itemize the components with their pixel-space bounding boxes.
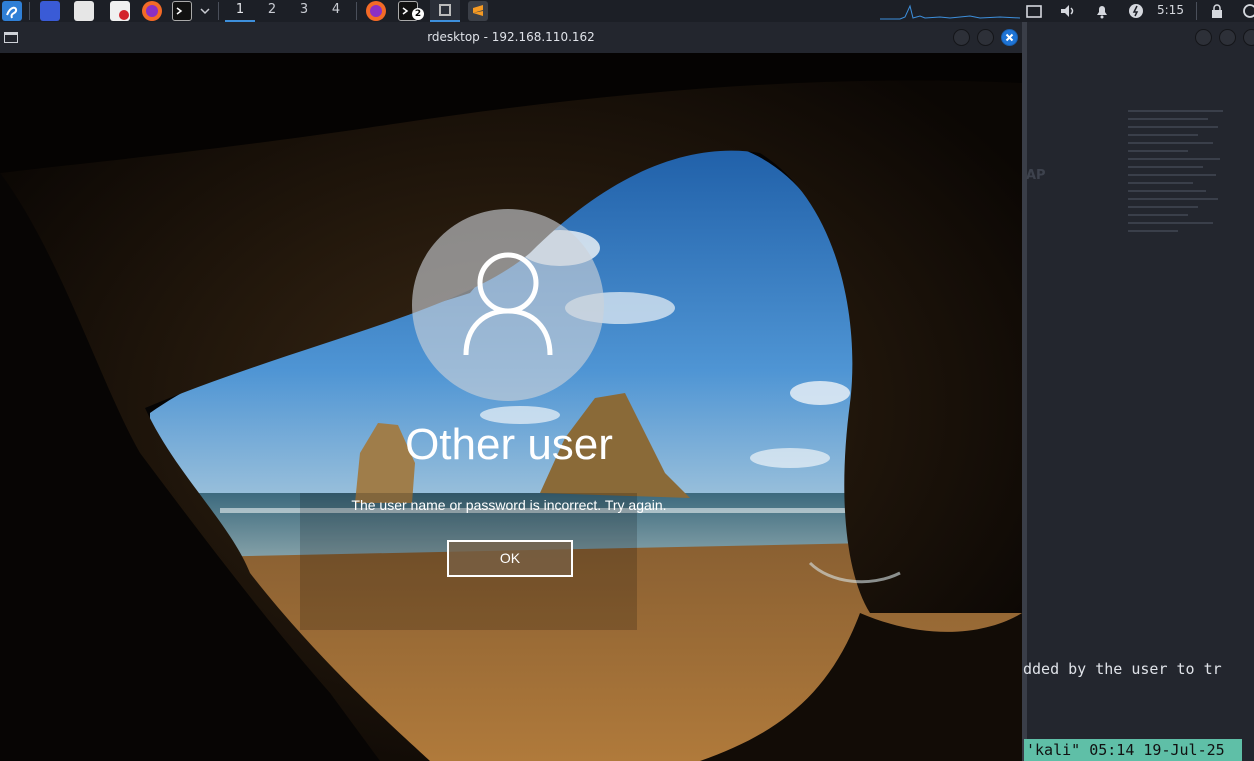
lock-icon[interactable] [1207,1,1227,21]
minimize-button[interactable] [953,29,970,46]
workspace-4[interactable]: 4 [321,0,351,22]
terminal-maximize-button[interactable] [1219,29,1236,46]
workspace-2[interactable]: 2 [257,0,287,22]
taskbar-separator [356,2,357,20]
lock-screen: Other user The user name or password is … [0,53,1022,761]
blurred-text-block [1128,110,1228,238]
close-icon [1005,33,1014,42]
workspace-1[interactable]: 1 [225,0,255,22]
taskbar-separator [218,2,219,20]
taskbar-separator [1196,2,1197,20]
sublime-task-icon[interactable] [468,1,488,21]
clock[interactable]: 5:15 [1157,0,1184,22]
window-title: rdesktop - 192.168.110.162 [427,30,595,44]
terminal-task-badge: 2 [412,8,424,20]
maximize-button[interactable] [977,29,994,46]
text-editor-icon[interactable] [110,1,130,21]
taskbar-separator [29,2,30,20]
rdesktop-task-icon[interactable] [430,0,460,22]
power-icon[interactable] [1126,1,1146,21]
top-panel: 1 2 3 4 2 5:15 [0,0,1254,22]
notification-bell-icon[interactable] [1092,1,1112,21]
chevron-down-icon[interactable] [198,1,212,21]
window-titlebar[interactable]: rdesktop - 192.168.110.162 [0,22,1022,53]
error-message: The user name or password is incorrect. … [351,497,667,513]
terminal-partial-heading: AP [1026,168,1046,183]
terminal-minimize-button[interactable] [1195,29,1212,46]
volume-icon[interactable] [1058,1,1078,21]
terminal-icon[interactable] [172,1,192,21]
account-name: Other user [405,420,613,469]
lockscreen-background [0,53,1022,761]
cpu-graph [880,4,1020,20]
rdesktop-window: rdesktop - 192.168.110.162 Other user Th… [0,22,1022,761]
workspace-3[interactable]: 3 [289,0,319,22]
close-button[interactable] [1001,29,1018,46]
window-switch-icon[interactable] [1024,1,1044,21]
firefox-icon[interactable] [142,1,162,21]
logout-icon[interactable] [1240,1,1254,21]
ok-button[interactable]: OK [447,540,573,577]
terminal-output-line: dded by the user to tr [1023,660,1222,678]
firefox-task-icon[interactable] [366,1,386,21]
tmux-status-bar: 'kali" 05:14 19-Jul-25 [1024,739,1242,761]
user-avatar [412,209,604,401]
user-icon [463,252,553,356]
kali-menu-icon[interactable] [2,1,22,21]
window-border [1022,22,1027,761]
show-desktop-icon[interactable] [40,1,60,21]
file-manager-icon[interactable] [74,1,94,21]
terminal-close-button[interactable] [1243,29,1254,46]
